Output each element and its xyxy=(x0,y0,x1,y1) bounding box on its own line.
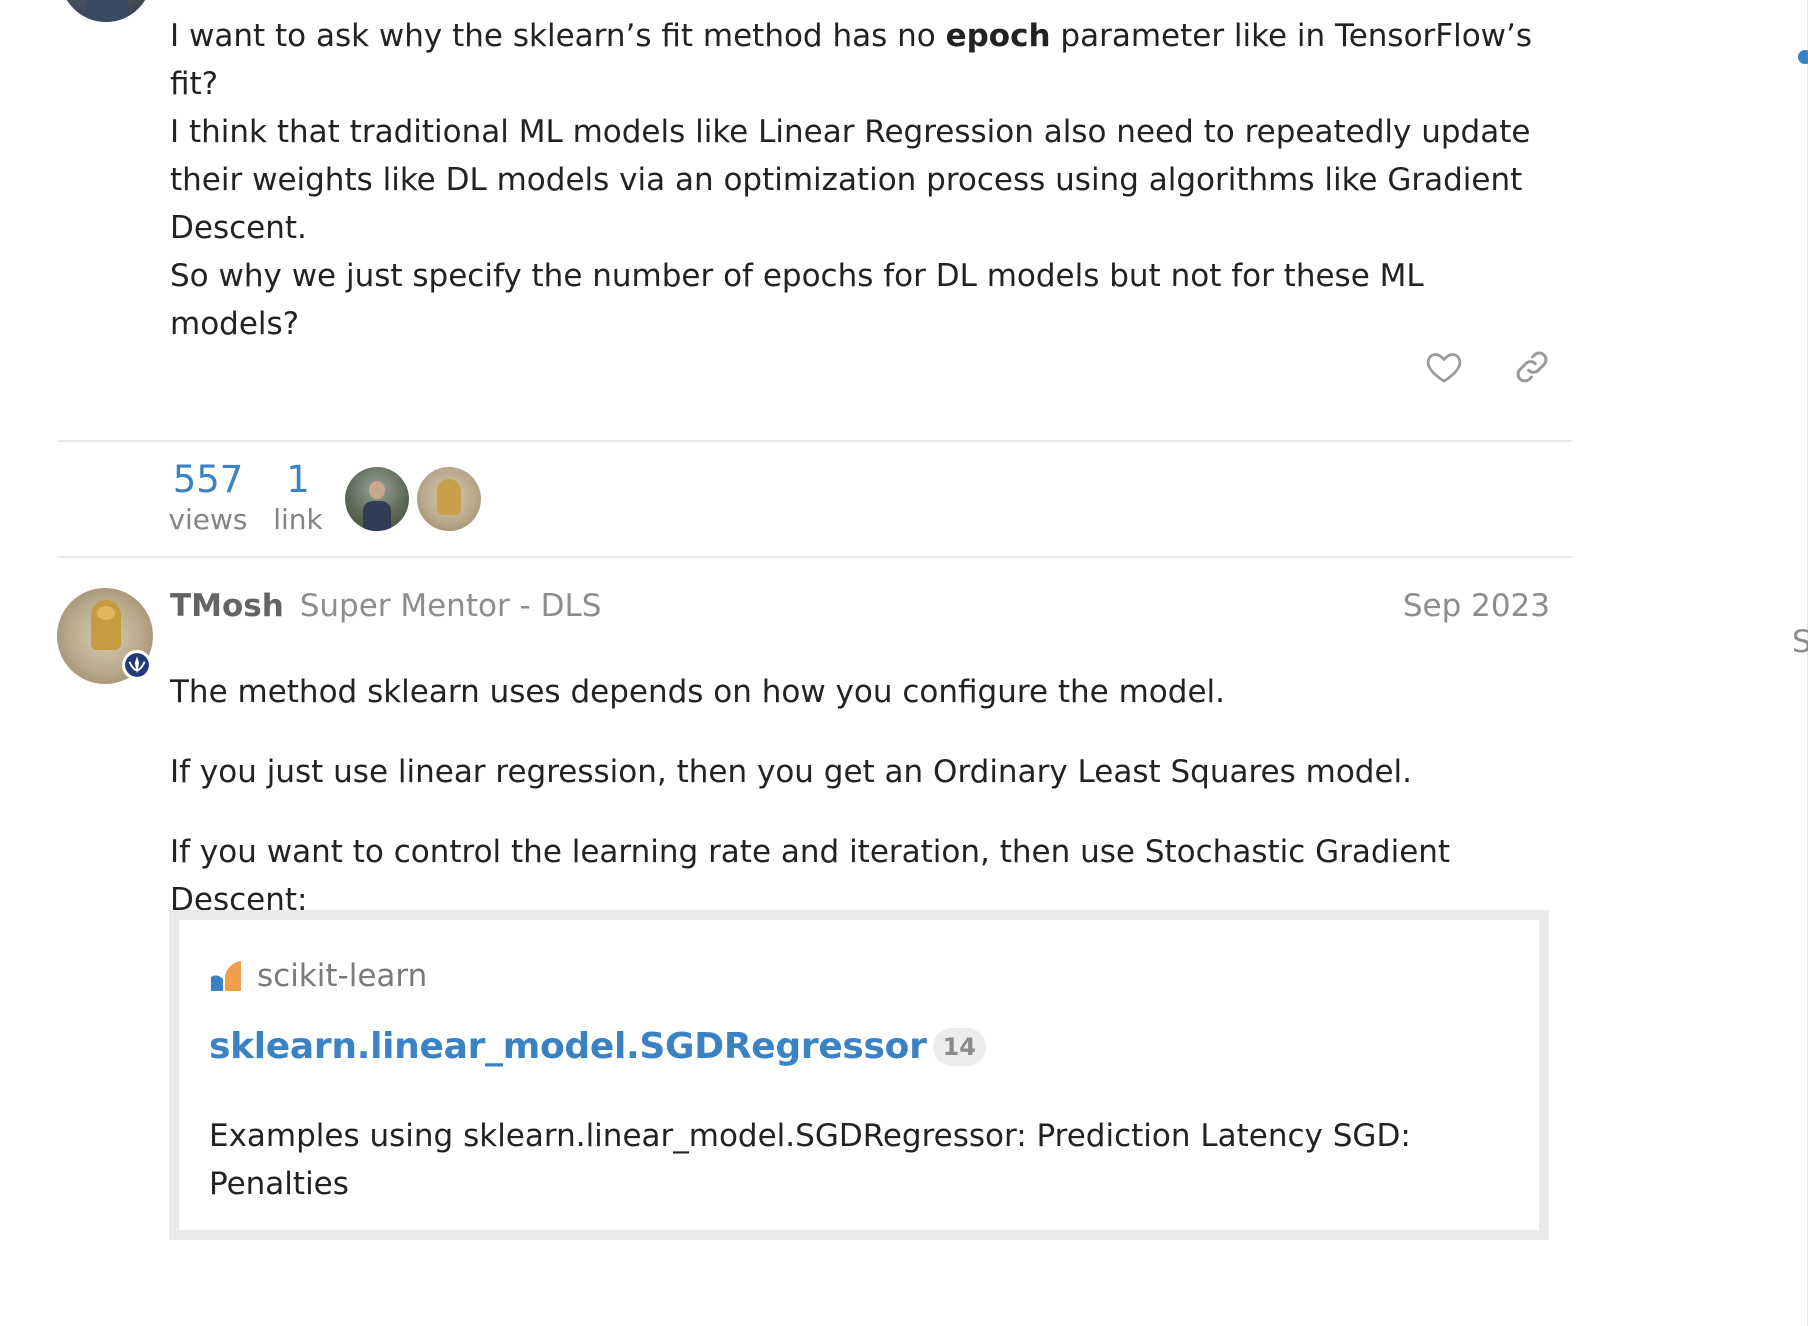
share-link-button[interactable] xyxy=(1508,343,1556,391)
scikit-learn-logo-icon xyxy=(211,961,241,991)
views-count: 557 xyxy=(172,458,244,501)
heart-icon xyxy=(1426,353,1462,383)
link-icon xyxy=(1516,351,1548,383)
click-count-badge: 14 xyxy=(932,1027,986,1066)
reply-paragraph: The method sklearn uses depends on how y… xyxy=(170,674,1225,710)
user-title: Super Mentor - DLS xyxy=(299,588,602,624)
participant-avatar[interactable] xyxy=(417,467,481,531)
question-post-body: I want to ask why the sklearn’s fit meth… xyxy=(170,12,1560,348)
timeline-label: S xyxy=(1792,624,1808,660)
username[interactable]: TMosh xyxy=(170,588,284,624)
question-author-avatar[interactable] xyxy=(60,0,152,22)
views-label: views xyxy=(168,503,248,536)
links-stat[interactable]: 1 link xyxy=(270,458,326,538)
timeline-handle[interactable] xyxy=(1798,50,1808,64)
onebox-source-name: scikit-learn xyxy=(257,958,428,994)
onebox-description: Examples using sklearn.linear_model.SGDR… xyxy=(209,1118,1411,1202)
topic-page: I want to ask why the sklearn’s fit meth… xyxy=(0,0,1808,1326)
onebox-title-link[interactable]: sklearn.linear_model.SGDRegressor xyxy=(209,1026,927,1067)
flair-badge xyxy=(122,650,152,680)
views-stat: 557 views xyxy=(168,458,248,538)
poster-meta: TMosh Super Mentor - DLS xyxy=(170,586,601,626)
links-label: link xyxy=(273,503,323,536)
question-line-2: I think that traditional ML models like … xyxy=(170,114,1531,246)
question-line-3: So why we just specify the number of epo… xyxy=(170,258,1424,342)
onebox-source[interactable]: scikit-learn xyxy=(209,958,427,994)
question-line-1: I want to ask why the sklearn’s fit meth… xyxy=(170,18,1533,102)
reply-paragraph: If you just use linear regression, then … xyxy=(170,754,1412,790)
link-preview-onebox: scikit-learn sklearn.linear_model.SGDReg… xyxy=(169,910,1549,1240)
divider xyxy=(57,440,1572,442)
links-count: 1 xyxy=(286,458,310,501)
post-date[interactable]: Sep 2023 xyxy=(1390,586,1550,626)
divider xyxy=(57,556,1572,558)
onebox-title: sklearn.linear_model.SGDRegressor 14 xyxy=(209,1026,986,1067)
flair-icon xyxy=(125,653,149,677)
like-button[interactable] xyxy=(1420,343,1468,391)
participant-avatar[interactable] xyxy=(345,467,409,531)
